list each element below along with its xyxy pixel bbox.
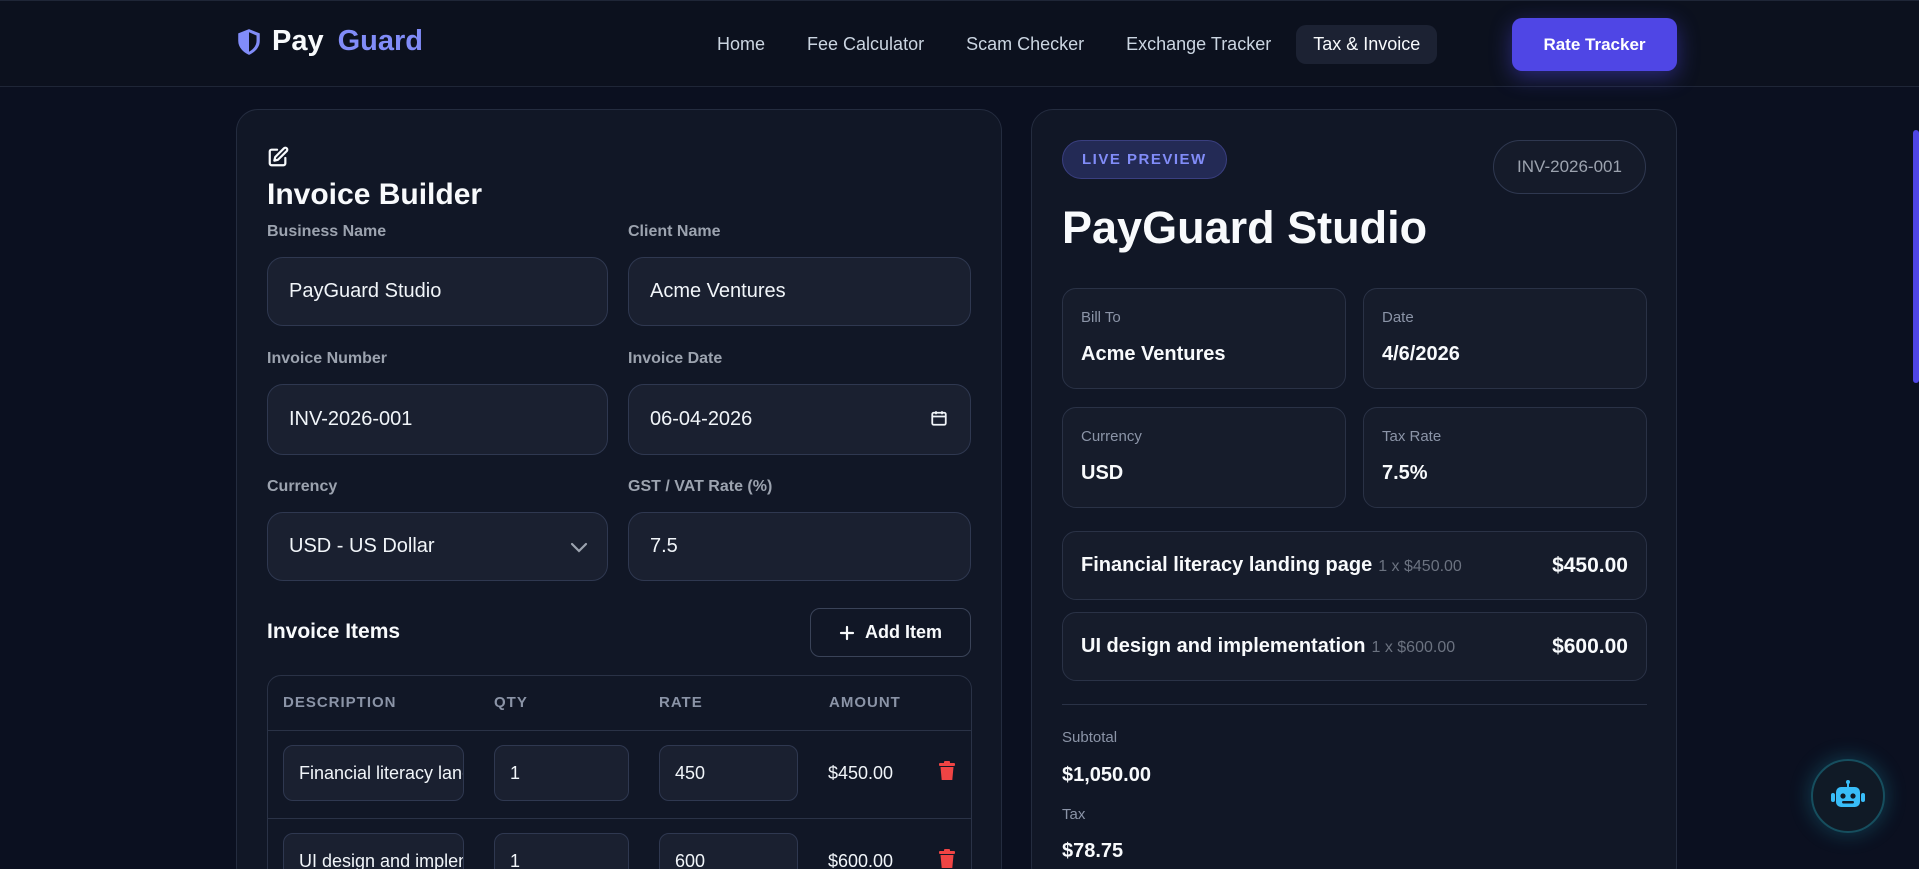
- item-rate-input[interactable]: 600: [659, 833, 798, 869]
- column-header-qty: QTY: [494, 694, 528, 711]
- currency-card: Currency USD: [1062, 407, 1346, 508]
- column-header-description: DESCRIPTION: [283, 694, 397, 711]
- invoice-builder-panel: Invoice Builder Business Name PayGuard S…: [236, 109, 1002, 869]
- preview-line-item: Financial literacy landing page 1 x $450.…: [1062, 531, 1647, 600]
- top-navbar: Pay Guard Home Fee Calculator Scam Check…: [0, 0, 1919, 87]
- delete-item-icon[interactable]: [938, 849, 956, 869]
- currency-select[interactable]: USD - US Dollar: [267, 512, 608, 581]
- tax-rate-card: Tax Rate 7.5%: [1363, 407, 1647, 508]
- item-amount: $600.00: [828, 851, 894, 869]
- line-item-name: UI design and implementation: [1081, 635, 1366, 657]
- invoice-number-pill: INV-2026-001: [1493, 140, 1646, 194]
- item-qty-input[interactable]: 1: [494, 833, 629, 869]
- brand-logo[interactable]: Pay Guard: [236, 25, 423, 58]
- rate-tracker-button[interactable]: Rate Tracker: [1512, 18, 1677, 71]
- line-item-meta: 1 x $600.00: [1371, 639, 1456, 656]
- subtotal-label: Subtotal: [1062, 729, 1118, 746]
- bill-to-card: Bill To Acme Ventures: [1062, 288, 1346, 389]
- invoice-number-input[interactable]: INV-2026-001: [267, 384, 608, 455]
- item-rate-input[interactable]: 450: [659, 745, 798, 801]
- calendar-icon[interactable]: [930, 409, 948, 427]
- business-name-input[interactable]: PayGuard Studio: [267, 257, 608, 326]
- date-value: 4/6/2026: [1382, 343, 1460, 365]
- item-description-input[interactable]: UI design and implementation: [283, 833, 464, 869]
- date-card: Date 4/6/2026: [1363, 288, 1647, 389]
- invoice-items-table: DESCRIPTION QTY RATE AMOUNT Financial li…: [267, 675, 972, 869]
- currency-select-value: USD - US Dollar: [289, 535, 435, 557]
- brand-name-first: Pay: [272, 25, 324, 57]
- client-name-input[interactable]: Acme Ventures: [628, 257, 971, 326]
- invoice-date-input[interactable]: 06-04-2026: [628, 384, 971, 455]
- nav-fee-calculator[interactable]: Fee Calculator: [790, 25, 941, 64]
- nav-links: Home Fee Calculator Scam Checker Exchang…: [700, 25, 1438, 64]
- currency-card-label: Currency: [1081, 428, 1142, 445]
- bill-to-value: Acme Ventures: [1081, 343, 1226, 365]
- item-qty-input[interactable]: 1: [494, 745, 629, 801]
- bill-to-label: Bill To: [1081, 309, 1121, 326]
- column-header-rate: RATE: [659, 694, 703, 711]
- subtotal-value: $1,050.00: [1062, 764, 1151, 786]
- invoice-number-label: Invoice Number: [267, 350, 388, 367]
- table-row: Financial literacy landing page 1 450 $4…: [268, 731, 971, 819]
- add-item-label: Add Item: [864, 622, 942, 642]
- shield-icon: [238, 28, 260, 55]
- tax-rate-label: GST / VAT Rate (%): [628, 478, 773, 495]
- line-item-total: $450.00: [1552, 554, 1628, 577]
- preview-business-name: PayGuard Studio: [1062, 202, 1428, 253]
- preview-line-item: UI design and implementation 1 x $600.00 …: [1062, 612, 1647, 681]
- builder-title: Invoice Builder: [267, 178, 483, 211]
- invoice-items-title: Invoice Items: [267, 620, 401, 643]
- client-name-label: Client Name: [628, 223, 721, 240]
- tax-rate-card-value: 7.5%: [1382, 462, 1428, 484]
- chevron-down-icon: [570, 542, 588, 553]
- table-header: DESCRIPTION QTY RATE AMOUNT: [268, 676, 971, 731]
- currency-card-value: USD: [1081, 462, 1124, 484]
- robot-icon: [1831, 780, 1865, 807]
- brand-name-second: Guard: [337, 25, 424, 57]
- chatbot-button[interactable]: [1811, 759, 1885, 833]
- nav-exchange-tracker[interactable]: Exchange Tracker: [1109, 25, 1288, 64]
- business-name-label: Business Name: [267, 223, 387, 240]
- tax-label: Tax: [1062, 806, 1086, 823]
- tax-rate-card-label: Tax Rate: [1382, 428, 1442, 445]
- invoice-date-label: Invoice Date: [628, 350, 723, 367]
- add-item-button[interactable]: Add Item: [810, 608, 971, 657]
- table-row: UI design and implementation 1 600 $600.…: [268, 819, 971, 869]
- edit-icon: [268, 146, 289, 167]
- summary-divider: [1062, 704, 1647, 705]
- live-preview-panel: LIVE PREVIEW INV-2026-001 PayGuard Studi…: [1031, 109, 1677, 869]
- line-item-total: $600.00: [1552, 635, 1628, 658]
- currency-label: Currency: [267, 478, 338, 495]
- live-preview-badge: LIVE PREVIEW: [1062, 140, 1227, 179]
- date-label: Date: [1382, 309, 1414, 326]
- tax-value: $78.75: [1062, 840, 1124, 862]
- delete-item-icon[interactable]: [938, 761, 956, 781]
- column-header-amount: AMOUNT: [829, 694, 901, 711]
- item-amount: $450.00: [828, 763, 894, 783]
- line-item-description: UI design and implementation 1 x $600.00: [1081, 635, 1455, 658]
- line-item-name: Financial literacy landing page: [1081, 554, 1373, 576]
- line-item-meta: 1 x $450.00: [1378, 558, 1462, 575]
- item-description-input[interactable]: Financial literacy landing page: [283, 745, 464, 801]
- scrollbar-thumb[interactable]: [1913, 130, 1919, 383]
- line-item-description: Financial literacy landing page 1 x $450.…: [1081, 554, 1462, 577]
- nav-scam-checker[interactable]: Scam Checker: [949, 25, 1101, 64]
- plus-icon: [839, 625, 855, 640]
- nav-home[interactable]: Home: [700, 25, 782, 64]
- invoice-date-value: 06-04-2026: [650, 408, 753, 430]
- tax-rate-input[interactable]: 7.5: [628, 512, 971, 581]
- nav-tax-invoice[interactable]: Tax & Invoice: [1296, 25, 1438, 64]
